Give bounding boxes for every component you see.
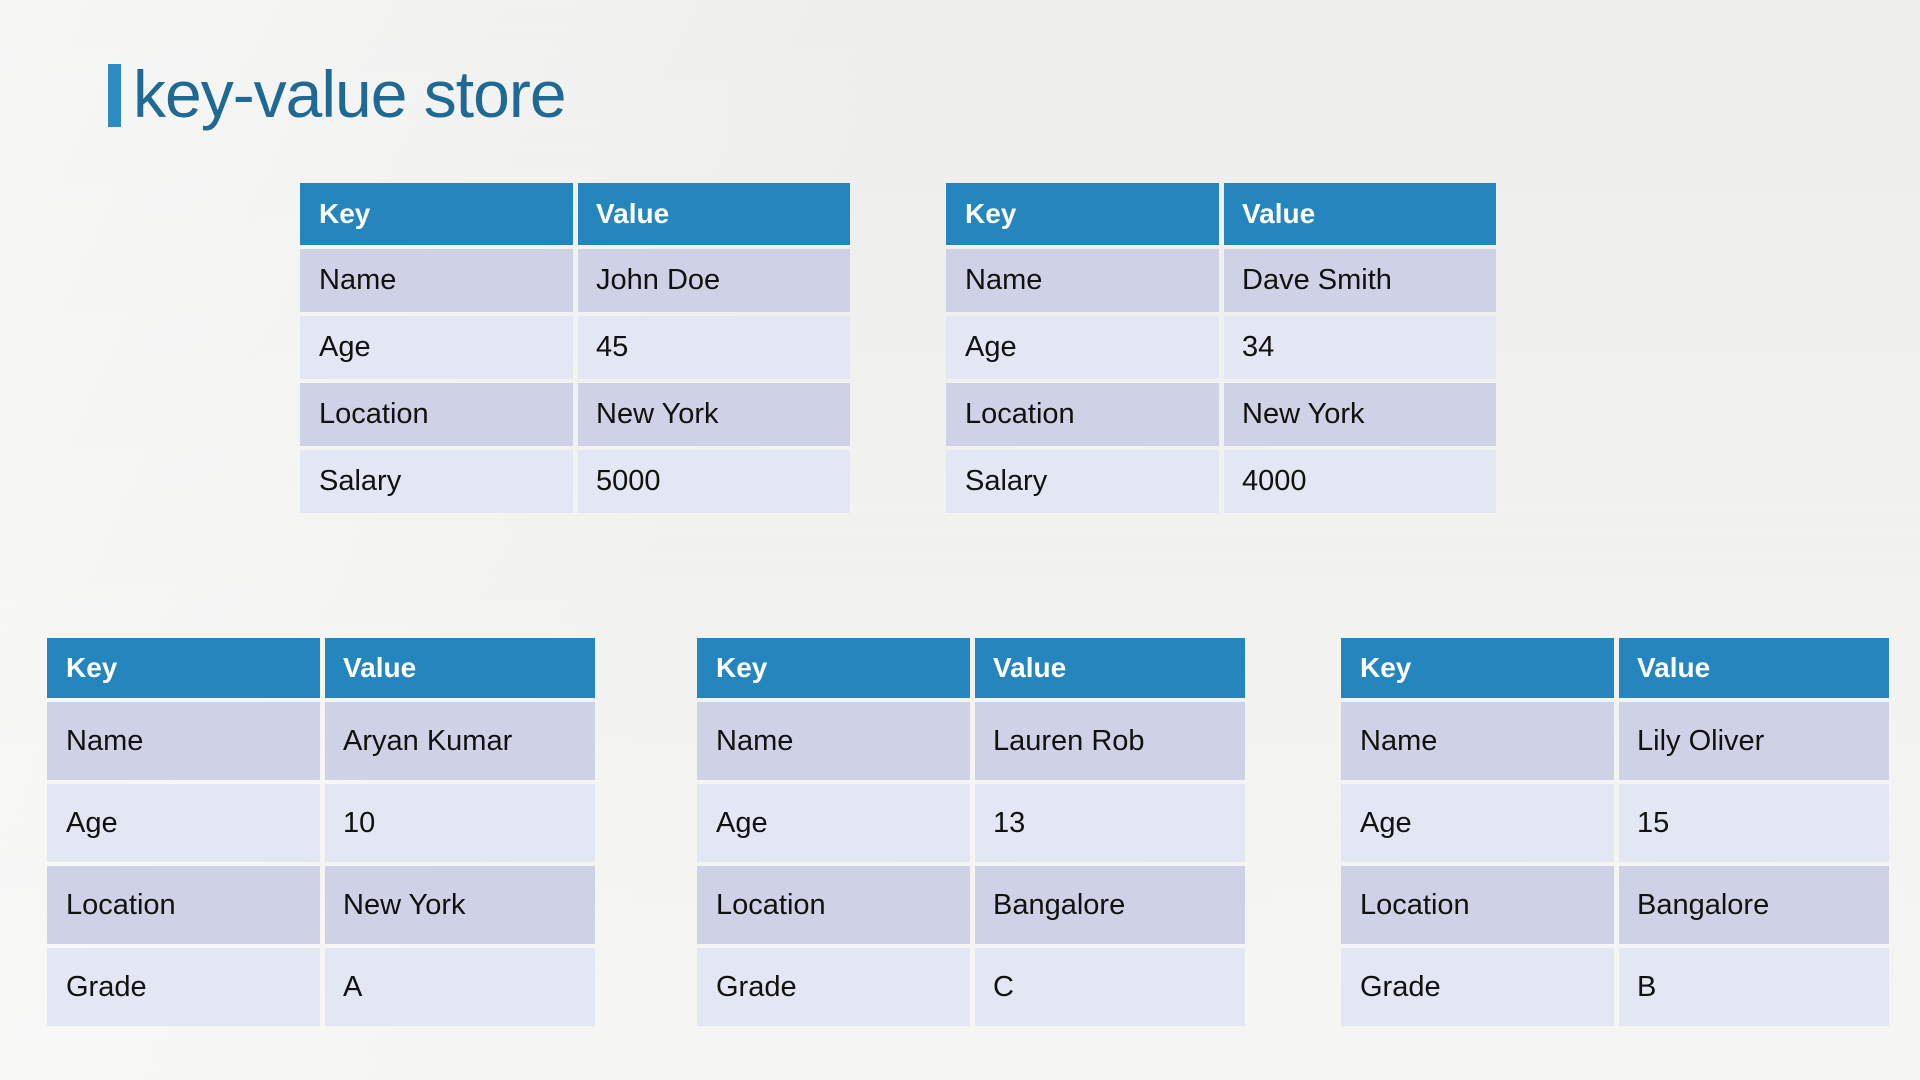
- table-row: Location Bangalore: [1341, 866, 1889, 944]
- table-row: Salary 5000: [300, 450, 850, 513]
- cell-value: Bangalore: [975, 866, 1245, 944]
- table-row: Salary 4000: [946, 450, 1496, 513]
- cell-key: Age: [300, 316, 573, 379]
- column-header-key: Key: [1341, 638, 1614, 698]
- column-header-value: Value: [325, 638, 595, 698]
- table-header-row: Key Value: [1341, 638, 1889, 698]
- page-title: key-value store: [133, 56, 567, 131]
- table-row: Grade A: [47, 948, 595, 1026]
- table-row: Location New York: [946, 383, 1496, 446]
- cell-key: Location: [697, 866, 970, 944]
- key-value-table-3: Key Value Name Aryan Kumar Age 10 Locati…: [47, 638, 595, 1026]
- cell-value: New York: [1224, 383, 1496, 446]
- cell-value: New York: [325, 866, 595, 944]
- cell-key: Salary: [300, 450, 573, 513]
- cell-value: Bangalore: [1619, 866, 1889, 944]
- cell-key: Salary: [946, 450, 1219, 513]
- table-row: Age 45: [300, 316, 850, 379]
- column-header-value: Value: [1619, 638, 1889, 698]
- table-header-row: Key Value: [946, 183, 1496, 245]
- table-row: Location New York: [300, 383, 850, 446]
- cell-value: 13: [975, 784, 1245, 862]
- column-header-value: Value: [1224, 183, 1496, 245]
- page-title-block: key-value store: [108, 56, 567, 131]
- table-row: Age 15: [1341, 784, 1889, 862]
- column-header-key: Key: [300, 183, 573, 245]
- cell-key: Grade: [47, 948, 320, 1026]
- table-header-row: Key Value: [697, 638, 1245, 698]
- table-row: Name John Doe: [300, 249, 850, 312]
- column-header-key: Key: [47, 638, 320, 698]
- cell-value: 34: [1224, 316, 1496, 379]
- cell-key: Location: [946, 383, 1219, 446]
- column-header-key: Key: [697, 638, 970, 698]
- cell-value: John Doe: [578, 249, 850, 312]
- cell-key: Grade: [1341, 948, 1614, 1026]
- table-row: Age 10: [47, 784, 595, 862]
- table-row: Age 13: [697, 784, 1245, 862]
- table-row: Grade C: [697, 948, 1245, 1026]
- cell-key: Age: [697, 784, 970, 862]
- cell-key: Location: [1341, 866, 1614, 944]
- table-header-row: Key Value: [300, 183, 850, 245]
- cell-value: 4000: [1224, 450, 1496, 513]
- table-header-row: Key Value: [47, 638, 595, 698]
- title-accent-bar: [108, 64, 121, 127]
- cell-value: A: [325, 948, 595, 1026]
- cell-value: 5000: [578, 450, 850, 513]
- cell-key: Name: [697, 702, 970, 780]
- column-header-key: Key: [946, 183, 1219, 245]
- table-row: Name Lily Oliver: [1341, 702, 1889, 780]
- cell-key: Grade: [697, 948, 970, 1026]
- cell-key: Location: [47, 866, 320, 944]
- cell-value: Lauren Rob: [975, 702, 1245, 780]
- column-header-value: Value: [975, 638, 1245, 698]
- table-row: Name Dave Smith: [946, 249, 1496, 312]
- cell-key: Name: [946, 249, 1219, 312]
- key-value-table-5: Key Value Name Lily Oliver Age 15 Locati…: [1341, 638, 1889, 1026]
- cell-value: 10: [325, 784, 595, 862]
- table-row: Age 34: [946, 316, 1496, 379]
- cell-key: Name: [1341, 702, 1614, 780]
- cell-key: Age: [1341, 784, 1614, 862]
- cell-value: 15: [1619, 784, 1889, 862]
- cell-value: B: [1619, 948, 1889, 1026]
- cell-value: Aryan Kumar: [325, 702, 595, 780]
- cell-value: Dave Smith: [1224, 249, 1496, 312]
- cell-key: Age: [946, 316, 1219, 379]
- table-row: Name Lauren Rob: [697, 702, 1245, 780]
- table-row: Location New York: [47, 866, 595, 944]
- key-value-table-2: Key Value Name Dave Smith Age 34 Locatio…: [946, 183, 1496, 513]
- table-row: Grade B: [1341, 948, 1889, 1026]
- key-value-table-4: Key Value Name Lauren Rob Age 13 Locatio…: [697, 638, 1245, 1026]
- cell-value: New York: [578, 383, 850, 446]
- cell-value: 45: [578, 316, 850, 379]
- table-row: Location Bangalore: [697, 866, 1245, 944]
- cell-value: Lily Oliver: [1619, 702, 1889, 780]
- column-header-value: Value: [578, 183, 850, 245]
- cell-key: Location: [300, 383, 573, 446]
- cell-key: Name: [47, 702, 320, 780]
- table-row: Name Aryan Kumar: [47, 702, 595, 780]
- key-value-table-1: Key Value Name John Doe Age 45 Location …: [300, 183, 850, 513]
- cell-value: C: [975, 948, 1245, 1026]
- cell-key: Name: [300, 249, 573, 312]
- cell-key: Age: [47, 784, 320, 862]
